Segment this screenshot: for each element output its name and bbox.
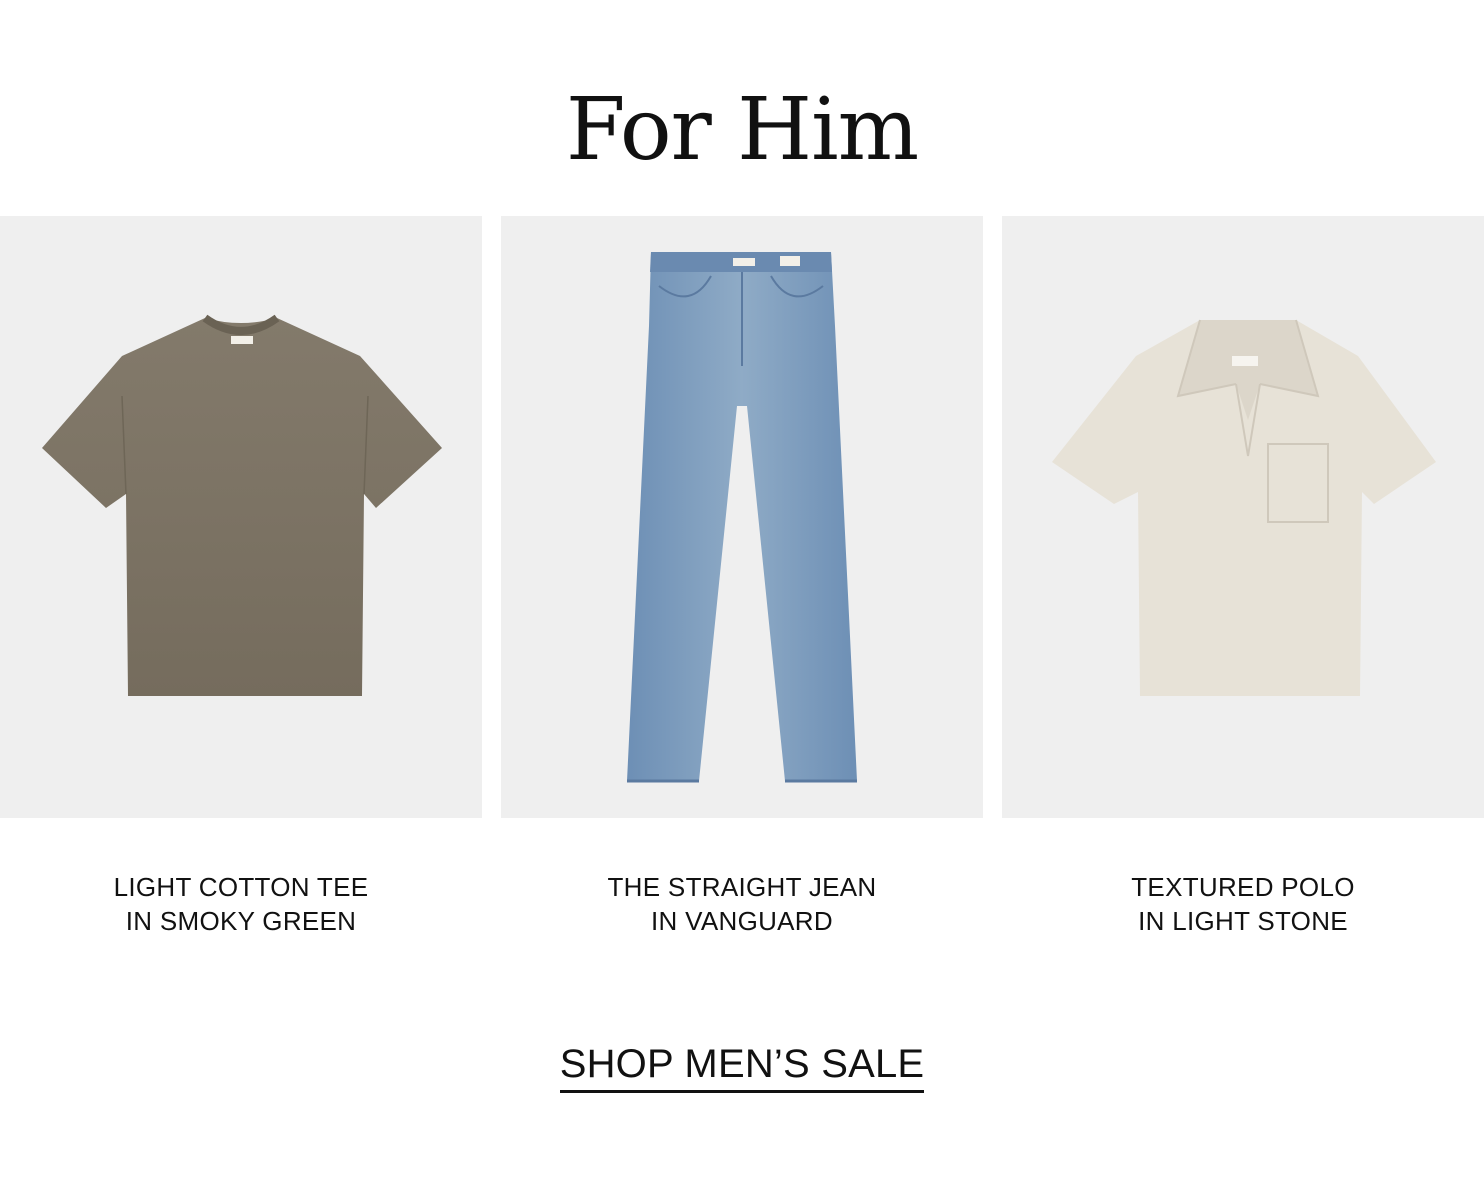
product-name-line1: THE STRAIGHT JEAN [607, 872, 877, 902]
tshirt-image[interactable] [0, 216, 482, 818]
product-name-line1: TEXTURED POLO [1131, 872, 1355, 902]
product-name-line2: IN LIGHT STONE [1138, 906, 1348, 936]
product-card-polo[interactable]: TEXTURED POLO IN LIGHT STONE [1002, 216, 1484, 938]
cta-container: SHOP MEN’S SALE [0, 1040, 1484, 1093]
jeans-image[interactable] [501, 216, 983, 818]
section-title: For Him [565, 80, 919, 180]
product-name[interactable]: LIGHT COTTON TEE IN SMOKY GREEN [0, 870, 482, 938]
shop-mens-sale-link[interactable]: SHOP MEN’S SALE [559, 1040, 925, 1093]
product-name[interactable]: TEXTURED POLO IN LIGHT STONE [1002, 870, 1484, 938]
product-card-jean[interactable]: THE STRAIGHT JEAN IN VANGUARD [501, 216, 983, 938]
product-name-line2: IN SMOKY GREEN [125, 906, 357, 936]
product-card-tee[interactable]: LIGHT COTTON TEE IN SMOKY GREEN [0, 216, 482, 938]
polo-image[interactable] [1002, 216, 1484, 818]
product-name-line2: IN VANGUARD [651, 906, 833, 936]
product-name[interactable]: THE STRAIGHT JEAN IN VANGUARD [501, 870, 983, 938]
product-name-line1: LIGHT COTTON TEE [113, 872, 369, 902]
